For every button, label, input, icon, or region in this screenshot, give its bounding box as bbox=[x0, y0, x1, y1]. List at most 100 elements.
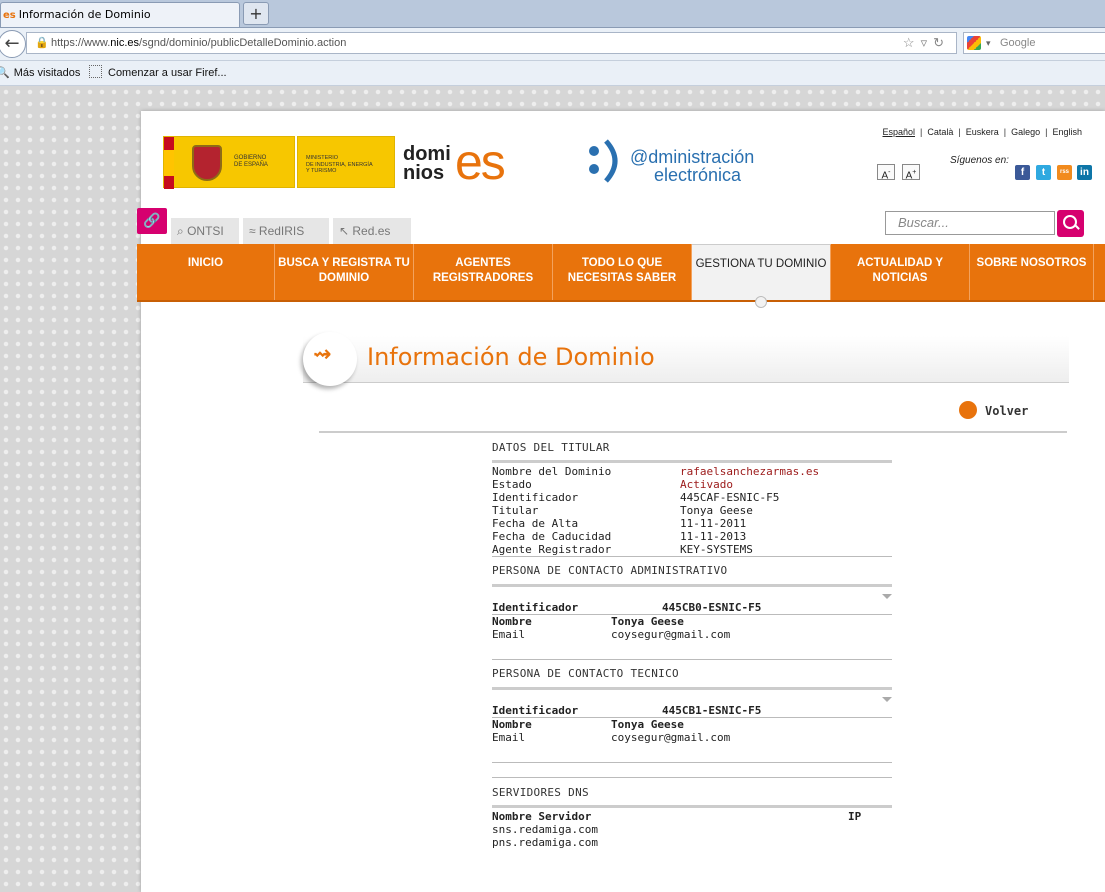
titular-row-value: Activado bbox=[680, 478, 733, 491]
lang-galego[interactable]: Galego bbox=[1006, 127, 1045, 137]
twitter-icon[interactable]: t bbox=[1036, 165, 1051, 180]
gobierno-logo[interactable]: GOBIERNO DE ESPAÑA bbox=[163, 136, 295, 189]
cursor-icon: ↖ bbox=[339, 224, 353, 238]
link-icon[interactable]: 🔗 bbox=[137, 208, 167, 234]
reload-icon[interactable]: ↻ bbox=[933, 35, 950, 50]
lang-euskera[interactable]: Euskera bbox=[961, 127, 1004, 137]
browser-tab[interactable]: es Información de Dominio bbox=[0, 2, 240, 27]
dominios-text: domi nios bbox=[403, 143, 451, 184]
divider bbox=[492, 460, 892, 463]
admin-contact-section: PERSONA DE CONTACTO ADMINISTRATIVO Ident… bbox=[492, 564, 892, 660]
titular-row-label: Estado bbox=[492, 478, 532, 491]
tech-email-value: coysegur@gmail.com bbox=[611, 731, 731, 744]
tech-contact-section: PERSONA DE CONTACTO TECNICO Identificado… bbox=[492, 667, 892, 763]
menu-busca-registra[interactable]: BUSCA Y REGISTRA TU DOMINIO bbox=[275, 244, 414, 300]
dns-section: SERVIDORES DNS Nombre Servidor IP sns.red… bbox=[492, 777, 892, 849]
browser-search-input[interactable]: ▾ Google bbox=[963, 32, 1105, 54]
coat-of-arms-icon bbox=[192, 145, 222, 181]
tab-bar: es Información de Dominio + bbox=[0, 0, 1105, 28]
lang-catala[interactable]: Català bbox=[922, 127, 958, 137]
titular-row-label: Agente Registrador bbox=[492, 543, 612, 556]
back-button[interactable]: ← bbox=[0, 30, 26, 58]
volver-button[interactable]: Volver bbox=[959, 401, 1028, 419]
menu-gestiona[interactable]: GESTIONA TU DOMINIO bbox=[692, 244, 831, 308]
dns-server: sns.redamiga.com bbox=[492, 823, 598, 836]
language-selector: Español | Català | Euskera | Galego | English bbox=[877, 127, 1087, 137]
dominios-es-text: es bbox=[455, 134, 506, 190]
dropdown-icon[interactable]: ▿ bbox=[921, 35, 934, 50]
admin-text-2: electrónica bbox=[654, 165, 742, 185]
tech-title: PERSONA DE CONTACTO TECNICO bbox=[492, 667, 679, 680]
titular-section: DATOS DEL TITULAR Nombre del Dominio rafa… bbox=[492, 441, 892, 557]
linkedin-icon[interactable]: in bbox=[1077, 165, 1092, 180]
bookmark-star-icon[interactable]: ☆ bbox=[903, 35, 921, 50]
chevron-down-icon[interactable] bbox=[882, 594, 892, 599]
titular-row-label: Identificador bbox=[492, 491, 579, 504]
titular-row-label: Titular bbox=[492, 504, 539, 517]
site-container: GOBIERNO DE ESPAÑA MINISTERIO DE INDUSTR… bbox=[137, 111, 1105, 892]
menu-actualidad[interactable]: ACTUALIDAD Y NOTICIAS bbox=[831, 244, 970, 300]
facebook-icon[interactable]: f bbox=[1015, 165, 1030, 180]
tab-redes[interactable]: ↖ Red.es bbox=[333, 218, 411, 244]
dominios-logo[interactable]: domi nios es bbox=[403, 134, 523, 190]
tab-rediris[interactable]: ≈ RedIRIS bbox=[243, 218, 329, 244]
bookmark-getting-started[interactable]: Comenzar a usar Firef... bbox=[89, 61, 227, 85]
url-prefix: https://www. bbox=[51, 37, 111, 49]
tech-name-value: Tonya Geese bbox=[611, 718, 684, 731]
ministerio-logo[interactable]: MINISTERIO DE INDUSTRIA, ENERGÍA Y TURIS… bbox=[297, 136, 395, 188]
search-button[interactable] bbox=[1057, 210, 1084, 237]
divider bbox=[492, 687, 892, 690]
bookmark-most-visited[interactable]: 🔍 Más visitados bbox=[0, 61, 80, 85]
new-tab-button[interactable]: + bbox=[243, 2, 269, 25]
chevron-down-icon[interactable]: ▾ bbox=[986, 33, 991, 53]
admin-title: PERSONA DE CONTACTO ADMINISTRATIVO bbox=[492, 564, 728, 577]
ministerio-text: MINISTERIO DE INDUSTRIA, ENERGÍA Y TURIS… bbox=[306, 155, 373, 174]
rediris-icon: ≈ bbox=[249, 224, 259, 238]
admin-name-value: Tonya Geese bbox=[611, 615, 684, 628]
menu-todo-lo-que[interactable]: TODO LO QUE NECESITAS SABER bbox=[553, 244, 692, 300]
tab-title: Información de Dominio bbox=[18, 8, 151, 21]
chevron-down-icon[interactable] bbox=[882, 697, 892, 702]
rss-icon[interactable]: rss bbox=[1057, 165, 1072, 180]
titular-row: Estado Activado bbox=[492, 478, 892, 491]
dns-server: pns.redamiga.com bbox=[492, 836, 598, 849]
lang-english[interactable]: English bbox=[1047, 127, 1087, 137]
volver-label: Volver bbox=[985, 404, 1029, 418]
lang-espanol[interactable]: Español bbox=[877, 127, 920, 137]
administracion-electronica-logo[interactable]: @dministración electrónica bbox=[586, 133, 766, 189]
page-title-bar: ⇝ Información de Dominio bbox=[303, 332, 1069, 386]
titular-row-label: Fecha de Caducidad bbox=[492, 530, 612, 543]
menu-sobre-nosotros[interactable]: SOBRE NOSOTROS bbox=[970, 244, 1094, 300]
admin-email-value: coysegur@gmail.com bbox=[611, 628, 731, 641]
search-icon: 🔍 bbox=[0, 67, 10, 79]
url-path: /sgnd/dominio/publicDetalleDominio.actio… bbox=[139, 37, 347, 49]
siguenos-label: Síguenos en: bbox=[950, 155, 1009, 166]
increase-font-button[interactable]: A+ bbox=[902, 164, 920, 181]
titular-row: Nombre del Dominio rafaelsanchezarmas.es bbox=[492, 465, 892, 478]
page-title: Información de Dominio bbox=[367, 343, 655, 371]
navigation-bar: ← 🔒 https://www.nic.es/sgnd/dominio/publ… bbox=[0, 28, 1105, 61]
lock-icon: 🔒 bbox=[35, 37, 49, 49]
admin-name-label: Nombre bbox=[492, 615, 532, 628]
divider bbox=[492, 584, 892, 587]
divider bbox=[492, 805, 892, 808]
titular-row-value: 11-11-2013 bbox=[680, 530, 747, 543]
site-search-input[interactable]: Buscar... bbox=[885, 211, 1055, 235]
url-bar[interactable]: 🔒 https://www.nic.es/sgnd/dominio/public… bbox=[26, 32, 957, 54]
menu-agentes[interactable]: AGENTES REGISTRADORES bbox=[414, 244, 553, 300]
search-icon: ⌕ bbox=[177, 224, 188, 238]
site-favicon-icon: es bbox=[3, 10, 16, 21]
titular-row-value: Tonya Geese bbox=[680, 504, 753, 517]
bookmark-label: Comenzar a usar Firef... bbox=[108, 67, 227, 79]
menu-inicio[interactable]: INICIO bbox=[137, 244, 275, 300]
divider bbox=[319, 431, 1067, 433]
titular-row: Agente Registrador KEY-SYSTEMS bbox=[492, 543, 892, 556]
titular-row-value[interactable]: rafaelsanchezarmas.es bbox=[680, 465, 819, 478]
decrease-font-button[interactable]: A- bbox=[877, 164, 895, 181]
titular-row-label: Nombre del Dominio bbox=[492, 465, 612, 478]
url-domain: nic.es bbox=[110, 37, 140, 49]
bookmarks-bar: 🔍 Más visitados Comenzar a usar Firef... bbox=[0, 61, 1105, 86]
bookmark-label: Más visitados bbox=[13, 67, 81, 79]
main-menu: INICIO BUSCA Y REGISTRA TU DOMINIO AGENT… bbox=[137, 244, 1105, 308]
tab-ontsi[interactable]: ⌕ ONTSI bbox=[171, 218, 239, 244]
